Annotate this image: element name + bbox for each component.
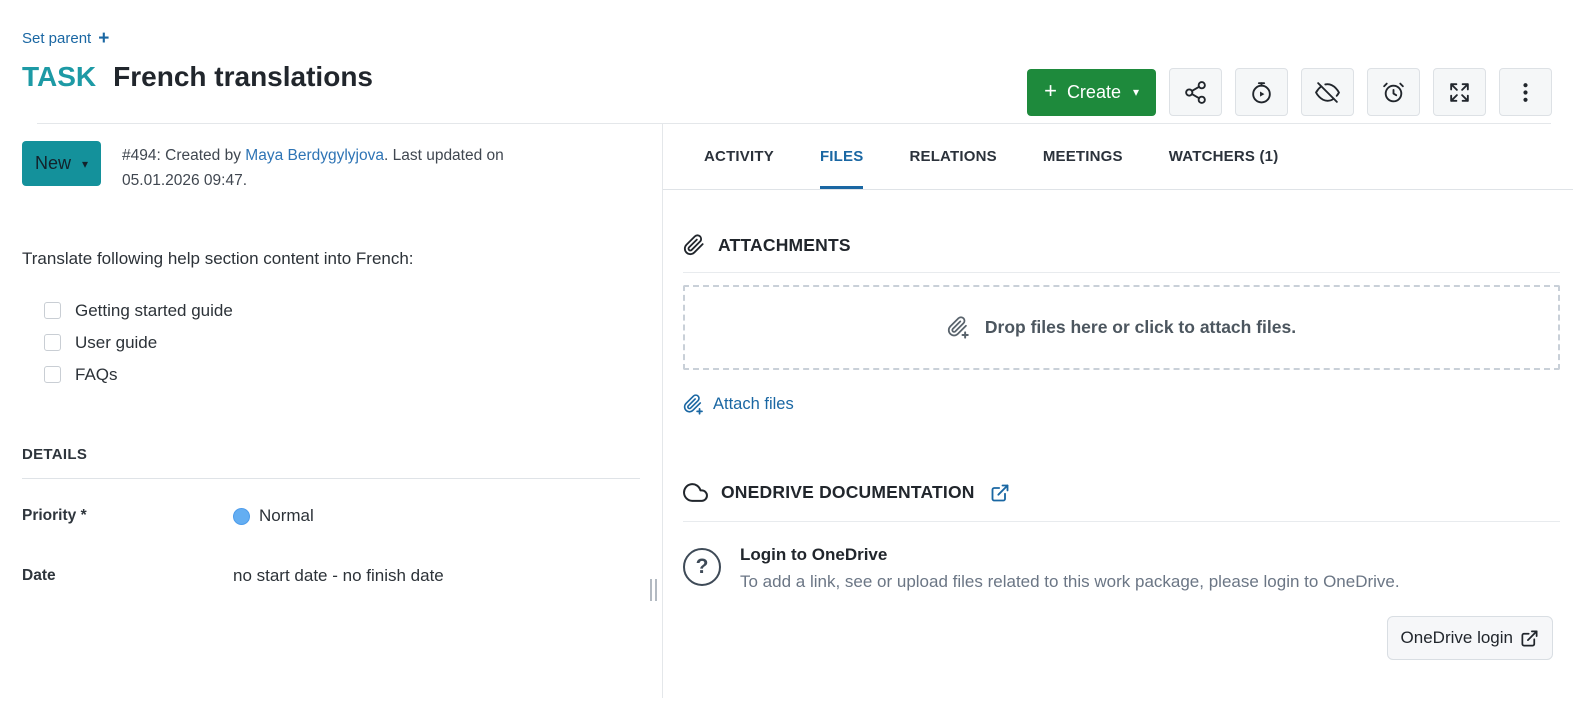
priority-value-text: Normal — [259, 506, 314, 526]
plus-icon: + — [98, 28, 110, 49]
tab-bar: ACTIVITY FILES RELATIONS MEETINGS WATCHE… — [663, 124, 1573, 190]
onedrive-heading-label: ONEDRIVE DOCUMENTATION — [721, 482, 975, 502]
stopwatch-icon — [1249, 80, 1274, 105]
meta-prefix: #494: Created by — [122, 147, 246, 164]
date-label: Date — [22, 567, 56, 585]
checkbox[interactable] — [44, 366, 61, 384]
chevron-down-icon: ▾ — [82, 156, 89, 171]
list-item: FAQs — [44, 360, 640, 389]
attach-files-label: Attach files — [713, 395, 794, 413]
onedrive-login-label: OneDrive login — [1400, 628, 1513, 647]
share-button[interactable] — [1169, 68, 1222, 116]
list-item: Getting started guide — [44, 296, 640, 325]
status-label: New — [35, 153, 72, 173]
tab-meetings[interactable]: MEETINGS — [1043, 124, 1123, 189]
divider — [683, 272, 1560, 273]
toolbar: + Create ▾ — [1027, 68, 1552, 116]
create-button[interactable]: + Create ▾ — [1027, 68, 1156, 116]
list-item: User guide — [44, 328, 640, 357]
paperclip-icon — [683, 234, 705, 256]
page-header: Set parent + TASK French translations + … — [0, 0, 1573, 124]
share-icon — [1183, 80, 1208, 105]
onedrive-login-info: ? Login to OneDrive To add a link, see o… — [683, 545, 1560, 592]
onedrive-login-button[interactable]: OneDrive login — [1386, 616, 1553, 660]
status-meta: #494: Created by Maya Berdygylyjova. Las… — [122, 141, 536, 193]
more-button[interactable] — [1499, 68, 1552, 116]
author-link[interactable]: Maya Berdygylyjova — [245, 147, 384, 164]
description-text[interactable]: Translate following help section content… — [22, 249, 640, 269]
cloud-icon — [683, 480, 708, 505]
work-package-details-panel: New ▾ #494: Created by Maya Berdygylyjov… — [0, 124, 662, 698]
help-circle-icon: ? — [683, 548, 721, 586]
file-dropzone[interactable]: Drop files here or click to attach files… — [683, 285, 1560, 370]
plus-icon: + — [1044, 78, 1057, 103]
details-heading: DETAILS — [22, 446, 88, 464]
eye-off-icon — [1315, 80, 1340, 105]
login-info-text: Login to OneDrive To add a link, see or … — [740, 545, 1400, 592]
fullscreen-button[interactable] — [1433, 68, 1486, 116]
start-timer-button[interactable] — [1235, 68, 1288, 116]
work-package-tabs-panel: ACTIVITY FILES RELATIONS MEETINGS WATCHE… — [662, 124, 1573, 698]
login-title: Login to OneDrive — [740, 545, 888, 564]
attach-files-link[interactable]: Attach files — [683, 394, 794, 415]
status-dropdown[interactable]: New ▾ — [22, 141, 102, 186]
attachments-heading-label: ATTACHMENTS — [718, 234, 851, 255]
checkbox[interactable] — [44, 334, 61, 352]
onedrive-heading: ONEDRIVE DOCUMENTATION — [683, 480, 1560, 505]
chevron-down-icon: ▾ — [1132, 85, 1139, 99]
paperclip-plus-icon — [947, 316, 970, 339]
priority-label: Priority * — [22, 507, 87, 525]
tab-activity[interactable]: ACTIVITY — [704, 124, 774, 189]
checkbox[interactable] — [44, 302, 61, 320]
tab-files[interactable]: FILES — [819, 124, 864, 189]
files-tab-content: ATTACHMENTS Drop files here or click to … — [663, 234, 1573, 660]
kebab-menu-icon — [1513, 80, 1538, 105]
description-checklist: Getting started guide User guide FAQs — [44, 296, 640, 389]
priority-value[interactable]: Normal — [233, 506, 314, 526]
content: New ▾ #494: Created by Maya Berdygylyjov… — [0, 124, 1573, 698]
paperclip-plus-icon — [683, 394, 704, 415]
priority-field: Priority * Normal — [22, 506, 640, 526]
external-link-icon — [1520, 629, 1539, 648]
checklist-item-label: User guide — [75, 332, 158, 352]
page-title[interactable]: French translations — [113, 61, 373, 93]
tab-watchers[interactable]: WATCHERS (1) — [1169, 124, 1279, 189]
divider — [22, 478, 640, 480]
unwatch-button[interactable] — [1301, 68, 1354, 116]
divider — [683, 521, 1560, 522]
create-button-label: Create — [1066, 81, 1121, 102]
login-description: To add a link, see or upload files relat… — [740, 572, 1400, 591]
reminder-button[interactable] — [1367, 68, 1420, 116]
set-parent-label: Set parent — [22, 30, 92, 47]
date-value[interactable]: no start date - no finish date — [233, 566, 444, 586]
set-parent-link[interactable]: Set parent + — [22, 28, 110, 49]
dropzone-label: Drop files here or click to attach files… — [984, 317, 1297, 337]
status-row: New ▾ #494: Created by Maya Berdygylyjov… — [22, 141, 640, 193]
checklist-item-label: Getting started guide — [75, 300, 233, 320]
checklist-item-label: FAQs — [75, 364, 118, 384]
expand-arrows-icon — [1447, 80, 1472, 105]
panel-resize-handle[interactable] — [650, 579, 657, 601]
priority-dot-icon — [233, 507, 250, 525]
external-link-icon[interactable] — [990, 483, 1010, 503]
attachments-heading: ATTACHMENTS — [683, 234, 1560, 256]
work-package-type[interactable]: TASK — [22, 61, 96, 93]
date-field: Date no start date - no finish date — [22, 566, 640, 586]
tab-relations[interactable]: RELATIONS — [909, 124, 996, 189]
alarm-clock-icon — [1381, 80, 1406, 105]
